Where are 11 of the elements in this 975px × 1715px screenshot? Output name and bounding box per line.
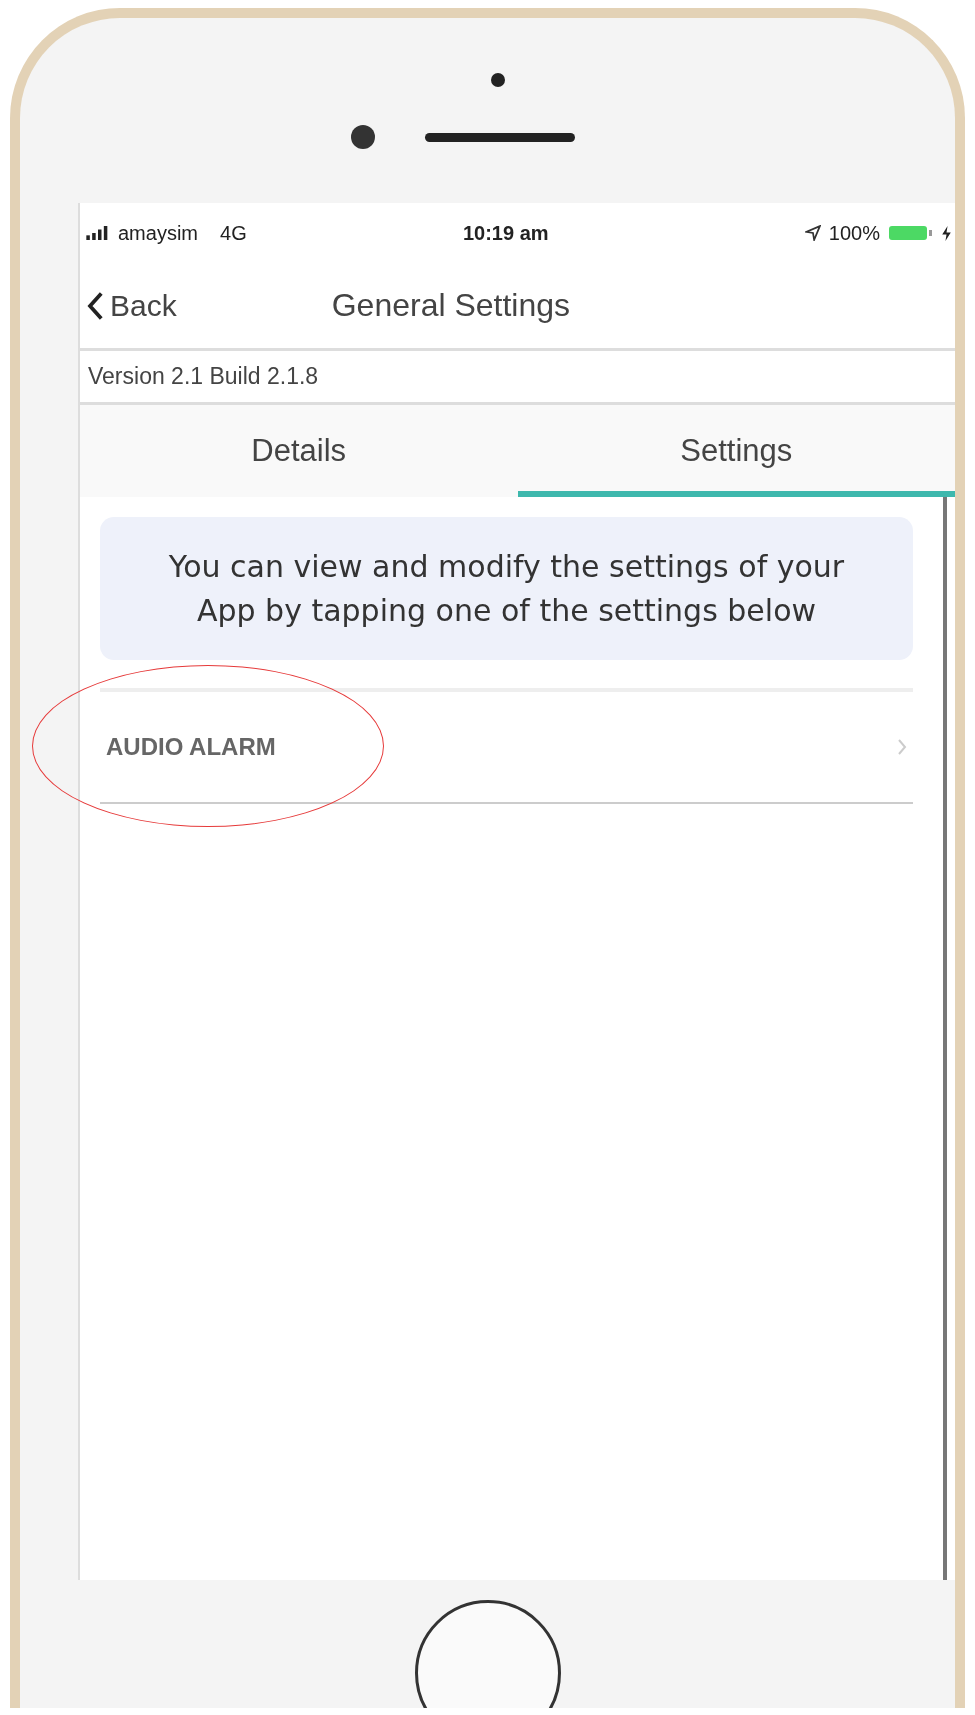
settings-row[interactable]: AUDIO ALARM bbox=[100, 692, 913, 804]
screen-title: General Settings bbox=[331, 287, 571, 324]
tab[interactable]: Details bbox=[80, 405, 518, 497]
time-text: 10:19 am bbox=[462, 221, 549, 245]
network-text: 4G bbox=[220, 221, 247, 245]
setting-label: AUDIO ALARM bbox=[106, 733, 276, 761]
battery-percent: 100% bbox=[828, 221, 880, 245]
info-text: You can view and modify the settings of your App by tapping one of the settings below bbox=[168, 549, 845, 628]
carrier-text: amaysim bbox=[118, 221, 198, 245]
tab[interactable]: Settings bbox=[517, 405, 955, 497]
back-button[interactable]: Back bbox=[80, 288, 177, 323]
